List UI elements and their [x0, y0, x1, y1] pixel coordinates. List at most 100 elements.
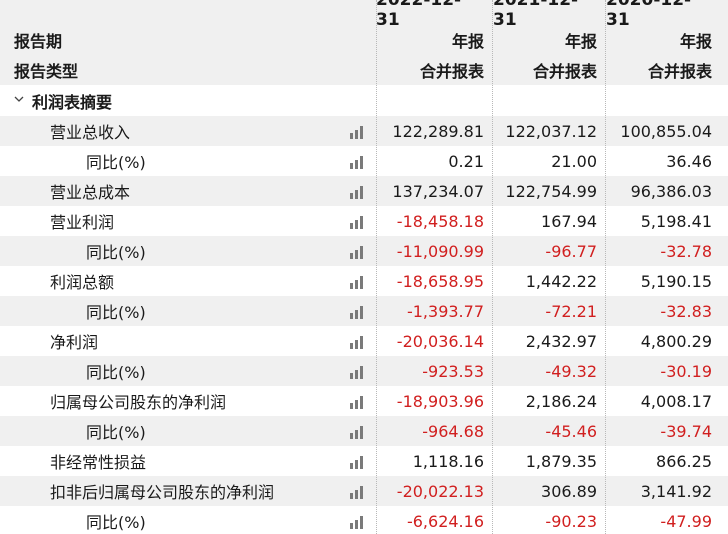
yoy-row: 同比(%) 0.21 21.00 36.46	[0, 146, 728, 176]
value-cell: 122,289.81	[392, 121, 484, 141]
value-cell: -11,090.99	[396, 241, 484, 261]
value-cell: -1,393.77	[406, 301, 484, 321]
value-cell: -923.53	[422, 361, 484, 381]
bar-chart-icon[interactable]	[350, 424, 366, 439]
metric-label: 营业总成本	[0, 176, 376, 206]
metric-row: 营业总收入 122,289.81 122,037.12 100,855.04	[0, 116, 728, 146]
metric-label: 净利润	[0, 326, 376, 356]
value-cell: -90.23	[545, 511, 597, 531]
yoy-label: 同比(%)	[0, 146, 376, 176]
value-cell: 0.21	[448, 151, 484, 171]
metric-row: 营业总成本 137,234.07 122,754.99 96,386.03	[0, 176, 728, 206]
value-cell: -18,903.96	[396, 391, 484, 411]
yoy-label: 同比(%)	[0, 356, 376, 386]
yoy-row: 同比(%) -923.53 -49.32 -30.19	[0, 356, 728, 386]
value-cell: 2,186.24	[525, 391, 597, 411]
metric-label: 营业总收入	[0, 116, 376, 146]
bar-chart-icon[interactable]	[350, 214, 366, 229]
value-cell: 96,386.03	[630, 181, 712, 201]
row-label-text: 归属母公司股东的净利润	[50, 393, 227, 412]
report-type-value-1: 合并报表	[419, 62, 484, 81]
row-label-text: 利润总额	[50, 273, 115, 292]
bar-chart-icon[interactable]	[350, 514, 366, 529]
report-period-value-2: 年报	[564, 32, 597, 51]
value-cell: -45.46	[545, 421, 597, 441]
header-date-row: 2022-12-31 2021-12-31 2020-12-31	[0, 0, 728, 30]
value-cell: 1,118.16	[412, 451, 484, 471]
report-period-value-3: 年报	[679, 32, 712, 51]
section-header[interactable]: 利润表摘要	[0, 86, 376, 116]
value-cell: 167.94	[541, 211, 597, 231]
yoy-label: 同比(%)	[0, 236, 376, 266]
value-cell: 5,190.15	[640, 271, 712, 291]
bar-chart-icon[interactable]	[350, 244, 366, 259]
value-cell: -20,036.14	[396, 331, 484, 351]
bar-chart-icon[interactable]	[350, 364, 366, 379]
value-cell: 5,198.41	[640, 211, 712, 231]
income-statement-table: 2022-12-31 2021-12-31 2020-12-31 报告期 年报 …	[0, 0, 728, 534]
yoy-label: 同比(%)	[0, 296, 376, 326]
metric-row: 营业利润 -18,458.18 167.94 5,198.41	[0, 206, 728, 236]
column-separator	[376, 0, 377, 534]
date-col-3[interactable]: 2020-12-31	[606, 0, 728, 30]
value-cell: -39.74	[660, 421, 712, 441]
row-label-text: 同比(%)	[86, 243, 146, 262]
report-type-row: 报告类型 合并报表 合并报表 合并报表	[0, 55, 728, 85]
bar-chart-icon[interactable]	[350, 454, 366, 469]
report-period-row: 报告期 年报 年报 年报	[0, 25, 728, 55]
value-cell: 1,442.22	[525, 271, 597, 291]
value-cell: -72.21	[545, 301, 597, 321]
row-label-text: 营业总收入	[50, 123, 131, 142]
chevron-down-icon[interactable]	[14, 94, 24, 104]
value-cell: 3,141.92	[640, 481, 712, 501]
report-type-label: 报告类型	[14, 62, 79, 81]
row-label-text: 同比(%)	[86, 513, 146, 532]
date-col-1[interactable]: 2022-12-31	[376, 0, 493, 30]
yoy-label: 同比(%)	[0, 506, 376, 534]
bar-chart-icon[interactable]	[350, 274, 366, 289]
value-cell: 306.89	[541, 481, 597, 501]
value-cell: 2,432.97	[525, 331, 597, 351]
value-cell: -964.68	[422, 421, 484, 441]
row-label-text: 非经常性损益	[50, 453, 147, 472]
value-cell: 122,754.99	[505, 181, 597, 201]
bar-chart-icon[interactable]	[350, 124, 366, 139]
section-header-row[interactable]: 利润表摘要	[0, 86, 728, 116]
row-label-text: 同比(%)	[86, 153, 146, 172]
metric-row: 归属母公司股东的净利润 -18,903.96 2,186.24 4,008.17	[0, 386, 728, 416]
value-cell: -20,022.13	[396, 481, 484, 501]
value-cell: -32.78	[660, 241, 712, 261]
bar-chart-icon[interactable]	[350, 154, 366, 169]
metric-row: 利润总额 -18,658.95 1,442.22 5,190.15	[0, 266, 728, 296]
yoy-row: 同比(%) -6,624.16 -90.23 -47.99	[0, 506, 728, 534]
column-separator	[492, 0, 493, 534]
row-label-text: 营业利润	[50, 213, 115, 232]
date-col-2[interactable]: 2021-12-31	[493, 0, 606, 30]
metric-label: 营业利润	[0, 206, 376, 236]
value-cell: 21.00	[551, 151, 597, 171]
metric-label: 归属母公司股东的净利润	[0, 386, 376, 416]
bar-chart-icon[interactable]	[350, 304, 366, 319]
bar-chart-icon[interactable]	[350, 184, 366, 199]
bar-chart-icon[interactable]	[350, 394, 366, 409]
value-cell: 137,234.07	[392, 181, 484, 201]
value-cell: -18,658.95	[396, 271, 484, 291]
row-label-text: 同比(%)	[86, 303, 146, 322]
bar-chart-icon[interactable]	[350, 334, 366, 349]
column-separator	[605, 0, 606, 534]
report-period-value-1: 年报	[451, 32, 484, 51]
value-cell: 100,855.04	[620, 121, 712, 141]
bar-chart-icon[interactable]	[350, 484, 366, 499]
report-type-value-3: 合并报表	[647, 62, 712, 81]
metric-row: 净利润 -20,036.14 2,432.97 4,800.29	[0, 326, 728, 356]
row-label-text: 净利润	[50, 333, 99, 352]
metric-label: 利润总额	[0, 266, 376, 296]
metric-label: 扣非后归属母公司股东的净利润	[0, 476, 376, 506]
yoy-label: 同比(%)	[0, 416, 376, 446]
value-cell: 4,800.29	[640, 331, 712, 351]
value-cell: 866.25	[656, 451, 712, 471]
row-label-text: 同比(%)	[86, 363, 146, 382]
value-cell: -18,458.18	[396, 211, 484, 231]
metric-row: 扣非后归属母公司股东的净利润 -20,022.13 306.89 3,141.92	[0, 476, 728, 506]
value-cell: 1,879.35	[525, 451, 597, 471]
